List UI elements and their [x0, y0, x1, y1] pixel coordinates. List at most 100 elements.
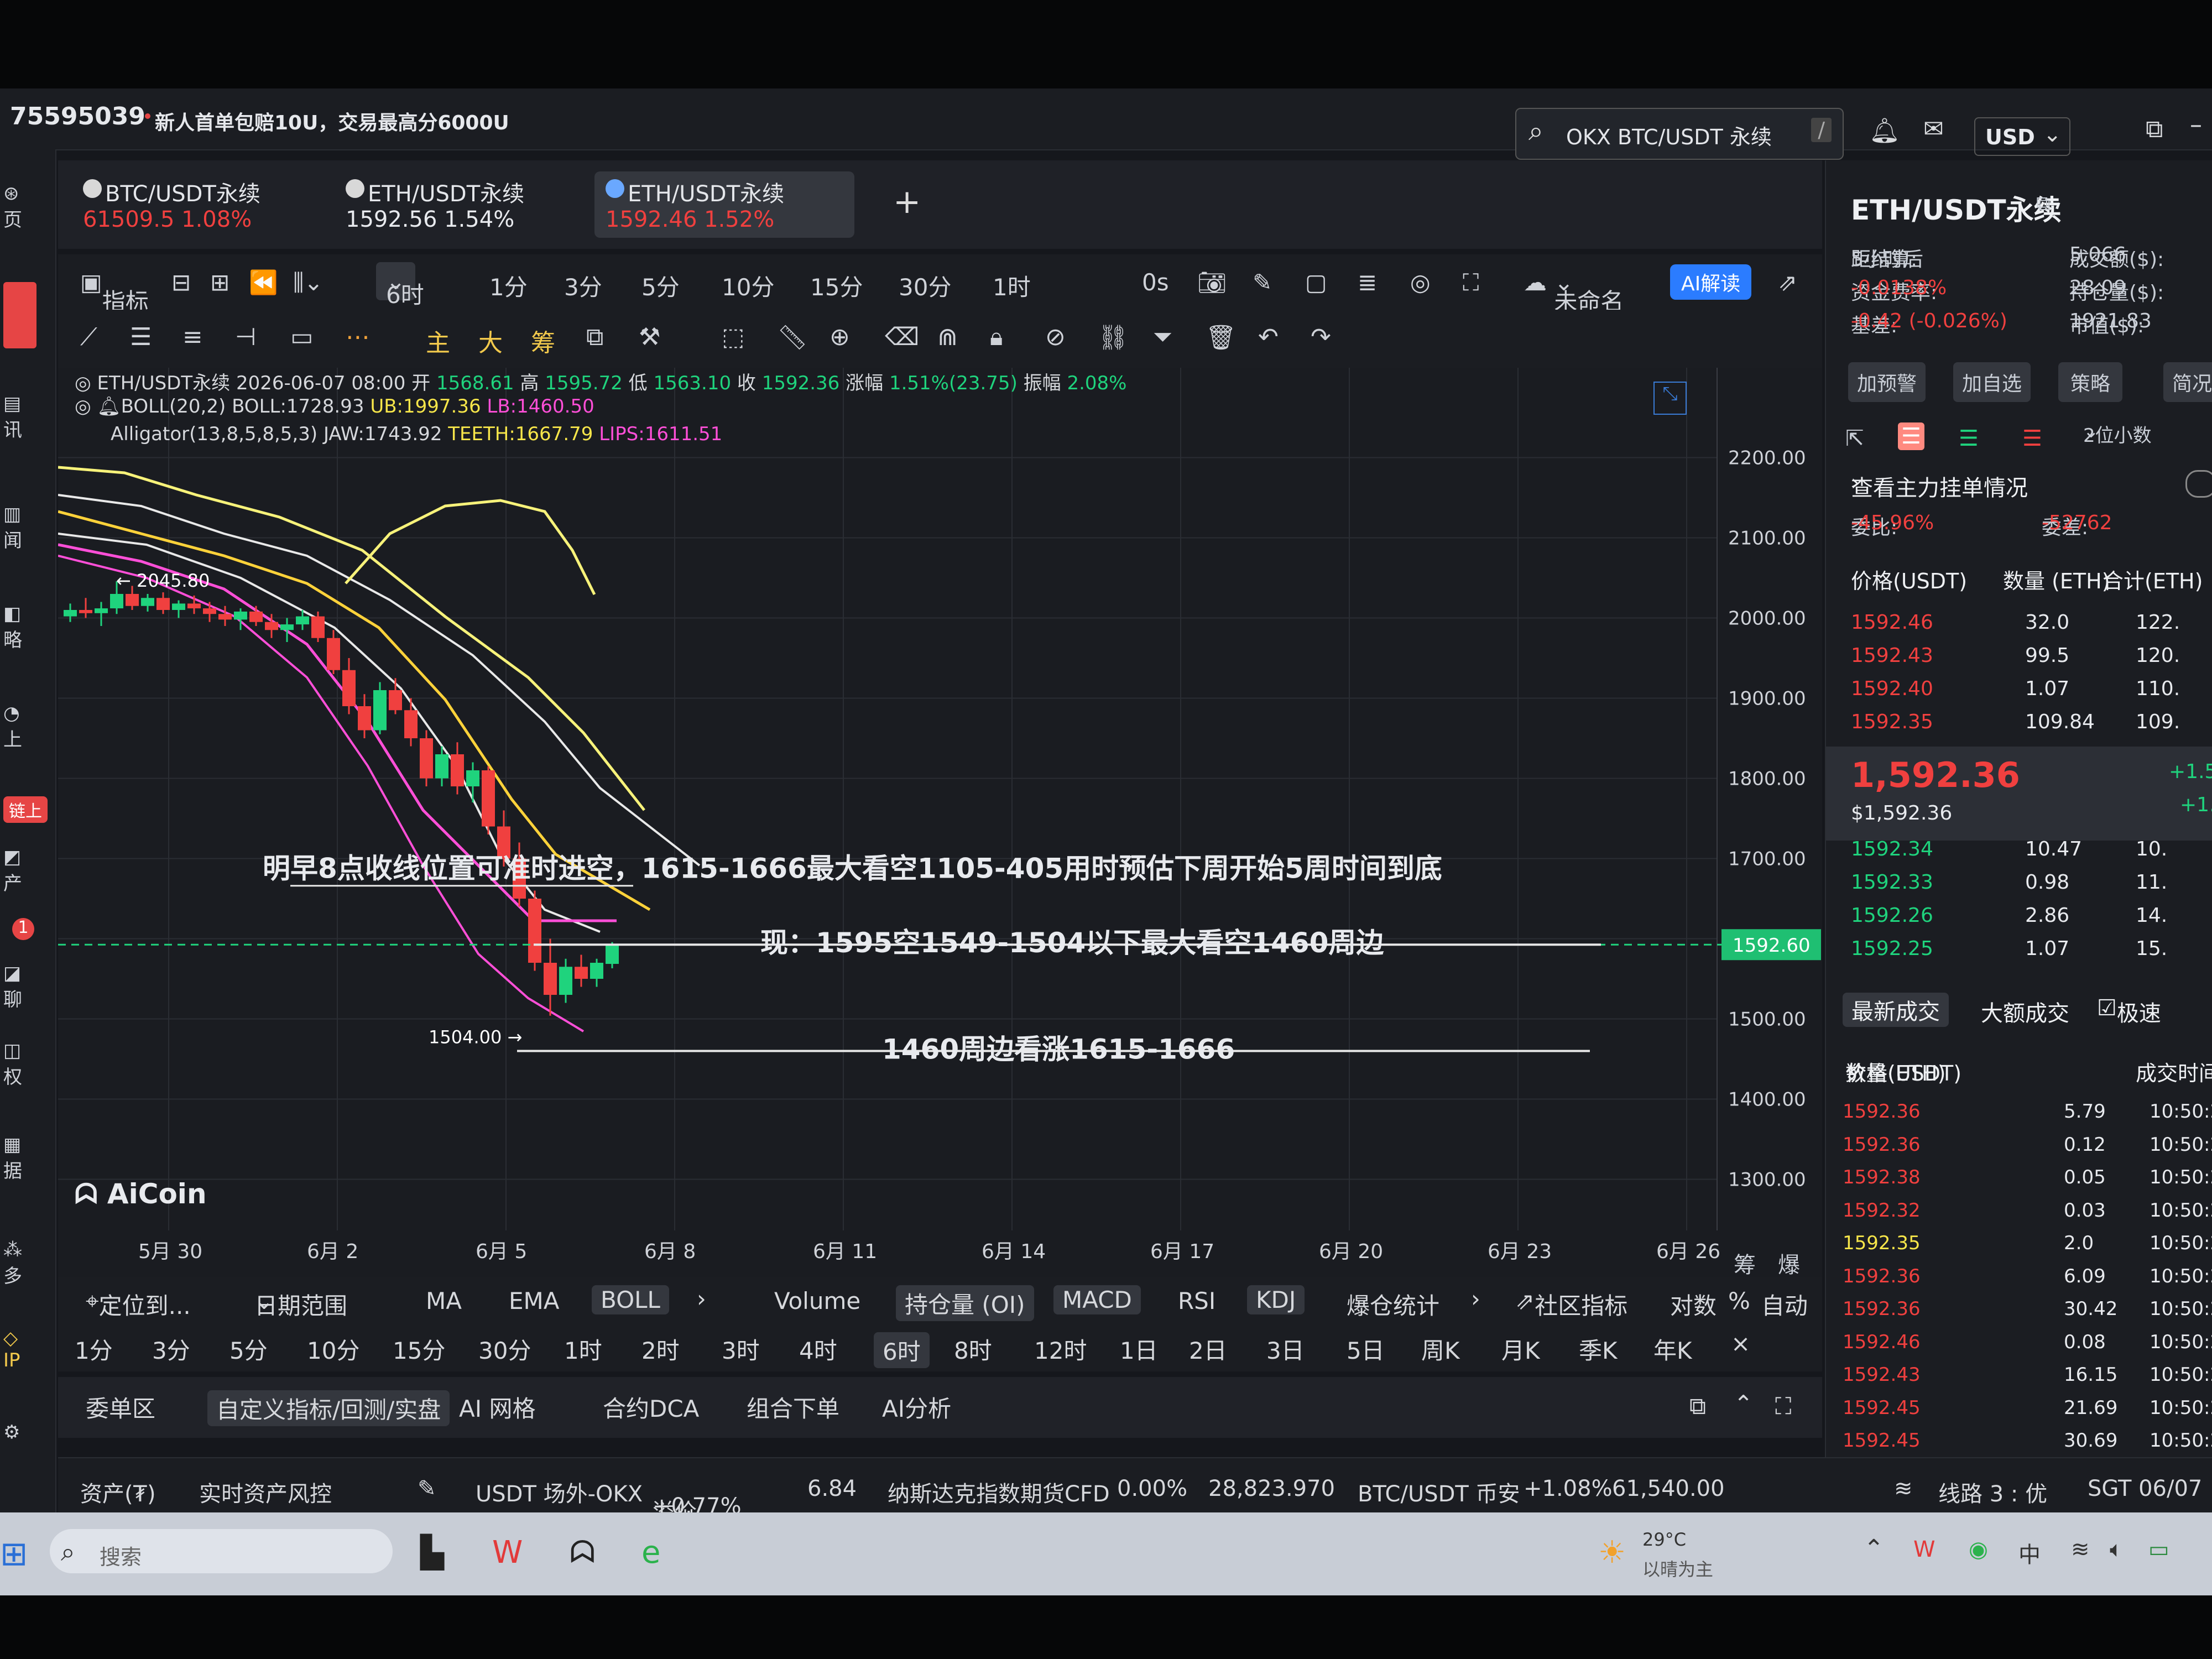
bell-icon[interactable]: 🔔︎ — [97, 395, 121, 418]
measure-icon[interactable]: ⬚ — [722, 323, 745, 351]
interval-9[interactable]: 4时 — [799, 1332, 837, 1366]
rect-tool-icon[interactable]: ▭ — [290, 323, 314, 351]
rail-item-up[interactable]: ◔ 上 — [3, 702, 22, 752]
add-alert-button[interactable]: 加预警 — [1848, 362, 1926, 402]
percent-toggle[interactable]: % — [1728, 1287, 1750, 1314]
search-input[interactable]: ⌕ OKX BTC/USDT 永续 / — [1515, 108, 1844, 160]
mail-icon[interactable]: ✉ — [1923, 115, 1944, 143]
book-asks-icon[interactable]: ☰ — [2022, 426, 2042, 451]
share-icon[interactable]: ⇗ — [1778, 269, 1797, 296]
hline-tool-icon[interactable]: ≡ — [182, 323, 203, 351]
browser-icon[interactable]: e — [641, 1535, 660, 1571]
ind-liq[interactable]: 爆仓统计 — [1347, 1287, 1439, 1321]
rail-item-strategy[interactable]: ◧ 略 — [3, 603, 22, 652]
rail-item-chat[interactable]: ◪ 聊 — [3, 962, 22, 1011]
interval-5[interactable]: 30分 — [478, 1332, 531, 1366]
dots-tool-icon[interactable]: ⋯ — [346, 323, 370, 351]
interval-3m[interactable]: 3分 — [564, 269, 602, 302]
ind-ema[interactable]: EMA — [509, 1287, 560, 1314]
ind-macd[interactable]: MACD — [1053, 1285, 1141, 1314]
zoom-icon[interactable]: ⊕ — [830, 323, 850, 351]
line-tool-icon[interactable]: ⟋ — [80, 323, 97, 351]
risk-label[interactable]: 实时资产风控 — [199, 1476, 332, 1508]
panel-tab-1[interactable]: 自定义指标/回测/实盘 — [207, 1390, 450, 1426]
rail-settings-icon[interactable]: ⚙ — [3, 1421, 20, 1443]
eraser-icon[interactable]: ⌫ — [885, 323, 919, 351]
interval-16[interactable]: 5日 — [1347, 1332, 1385, 1366]
add-tab-button[interactable]: + — [893, 182, 921, 221]
ai-interpret-button[interactable]: AI解读 — [1670, 264, 1752, 300]
hide-icon[interactable]: ⊘ — [1045, 323, 1066, 351]
date-range-select[interactable]: 日期范围 ⌄ — [254, 1287, 347, 1319]
interval-14[interactable]: 2日 — [1189, 1332, 1227, 1366]
fib-icon[interactable]: 筹 — [1734, 1247, 1756, 1279]
rail-item-rights[interactable]: ◫ 权 — [3, 1040, 22, 1089]
panel-tab-2[interactable]: AI 网格 — [459, 1390, 535, 1424]
community-indicator[interactable]: ⇗ 社区指标 — [1515, 1287, 1627, 1319]
interval-19[interactable]: 季K — [1579, 1332, 1618, 1366]
promo-text[interactable]: 新人首单包赔10U，交易最高分6000U — [145, 107, 509, 135]
interval-select[interactable]: 6时 ⌄ — [376, 262, 424, 309]
interval-12[interactable]: 12时 — [1034, 1332, 1087, 1366]
rail-item-active[interactable] — [3, 282, 36, 348]
tab-latest-trades[interactable]: 最新成交 — [1843, 993, 1949, 1027]
new-window-icon[interactable]: ⧉ — [1689, 1392, 1706, 1420]
price-chart[interactable]: 2200.00 2100.00 2000.00 1900.00 1800.00 1700.… — [58, 368, 1822, 1279]
add-watch-button[interactable]: 加自选 — [1953, 362, 2031, 402]
aicoin-icon[interactable]: ᗣ — [570, 1535, 595, 1571]
interval-17[interactable]: 周K — [1421, 1332, 1460, 1366]
interval-30m[interactable]: 30分 — [899, 269, 951, 302]
interval-8[interactable]: 3时 — [722, 1332, 760, 1366]
rail-item-vip[interactable]: ◇ IP — [3, 1327, 20, 1371]
windows-icon[interactable]: ⊞ — [0, 1535, 28, 1573]
interval-6[interactable]: 1时 — [564, 1332, 602, 1366]
list-icon[interactable]: ≣ — [1358, 269, 1377, 296]
book-both-icon[interactable]: ☰ — [1898, 422, 1924, 450]
camera-icon[interactable]: 📷︎ — [1197, 269, 1227, 296]
auto-toggle[interactable]: 自动 — [1761, 1287, 1808, 1321]
rail-item-assets[interactable]: ◩ 产 — [3, 846, 22, 895]
interval-11[interactable]: 8时 — [954, 1332, 992, 1366]
rail-item-home[interactable]: ⊛ 页 — [3, 182, 22, 232]
panel-tab-4[interactable]: 组合下单 — [747, 1390, 839, 1424]
liq-icon[interactable]: 爆 — [1778, 1247, 1800, 1279]
tab-btc[interactable]: BTC/USDT永续 61509.5 1.08% — [72, 171, 315, 238]
lock-icon[interactable]: 🔒︎ — [990, 323, 1003, 351]
wps-icon[interactable]: W — [492, 1535, 523, 1571]
interval-10[interactable]: 6时 — [874, 1332, 930, 1368]
expand-icon[interactable]: ⛶ — [1775, 1392, 1791, 1420]
split-icon[interactable]: ⊞ — [210, 269, 229, 296]
layout-icon[interactable]: ⊟ — [171, 269, 191, 296]
ind-rsi[interactable]: RSI — [1178, 1287, 1215, 1314]
book-bids-icon[interactable]: ☰ — [1959, 426, 1979, 451]
eye-icon[interactable]: ◎ — [75, 395, 91, 418]
network-icon[interactable]: ≋ — [2071, 1537, 2090, 1562]
panel-tab-5[interactable]: AI分析 — [882, 1390, 951, 1424]
ruler-icon[interactable]: 📏︎ — [777, 323, 808, 352]
interval-2[interactable]: 5分 — [229, 1332, 268, 1366]
rail-item-data[interactable]: ▦ 据 — [3, 1134, 22, 1183]
link-icon[interactable]: ⛓ — [1098, 323, 1129, 352]
chevron-up-icon[interactable]: ⌃ — [1734, 1390, 1753, 1417]
rail-item-onchain[interactable]: 链上 — [3, 796, 48, 823]
precision-select[interactable]: 2位小数 ⌄ — [2083, 420, 2152, 447]
filter-icon[interactable]: ⏷ — [1153, 323, 1172, 351]
layout-name-select[interactable]: ☁ 未命名 ⌄ — [1524, 269, 1624, 315]
interval-5m[interactable]: 5分 — [641, 269, 680, 302]
minimize-icon[interactable]: – — [2190, 111, 2202, 139]
big-order-button[interactable]: 大 — [478, 323, 503, 358]
interval-4[interactable]: 15分 — [393, 1332, 445, 1366]
chevron-up-icon[interactable]: ⌃ — [1864, 1535, 1884, 1563]
fast-checkbox[interactable]: ☑ 极速 — [2097, 995, 2161, 1026]
eye-icon[interactable]: ◎ — [75, 372, 91, 394]
interval-3[interactable]: 10分 — [307, 1332, 359, 1366]
tab-eth-1[interactable]: ETH/USDT永续 1592.56 1.54% — [335, 171, 578, 238]
currency-select[interactable]: USD ⌄ — [1974, 117, 2070, 156]
tray-wps-icon[interactable]: W — [1913, 1537, 1936, 1562]
chevron-right-icon[interactable]: › — [697, 1285, 706, 1312]
panel-tab-0[interactable]: 委单区 — [86, 1390, 155, 1424]
close-icon[interactable]: × — [1731, 1330, 1750, 1357]
bell-icon[interactable]: 🔔︎ — [1869, 116, 1900, 145]
ind-volume[interactable]: Volume — [774, 1287, 860, 1314]
ray-tool-icon[interactable]: ⊣ — [235, 323, 256, 351]
